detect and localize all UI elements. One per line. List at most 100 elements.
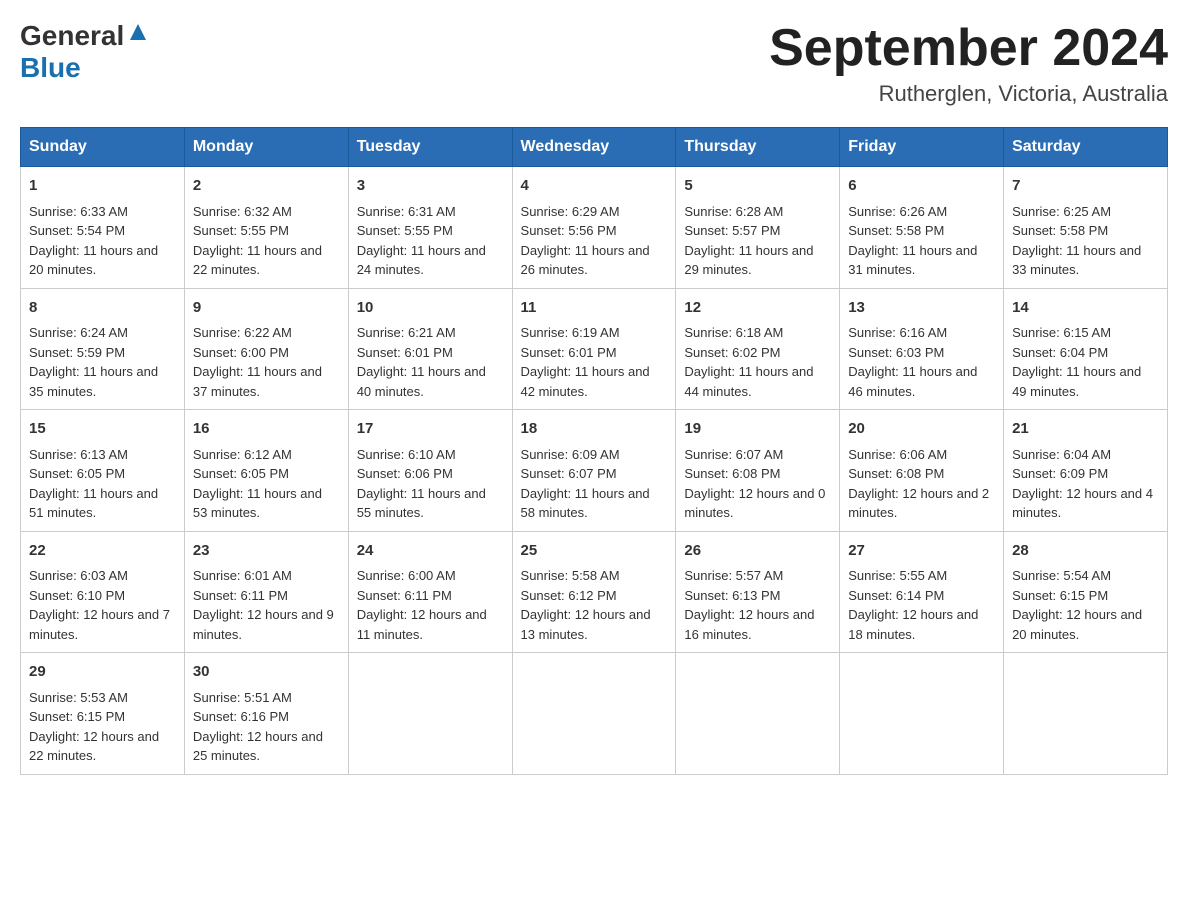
day-header-wednesday: Wednesday <box>512 128 676 167</box>
daylight-label: Daylight: 12 hours and 18 minutes. <box>848 607 978 642</box>
daylight-label: Daylight: 11 hours and 51 minutes. <box>29 486 158 521</box>
sunrise-label: Sunrise: 6:28 AM <box>684 204 783 219</box>
sunrise-label: Sunrise: 6:32 AM <box>193 204 292 219</box>
sunset-label: Sunset: 6:10 PM <box>29 588 125 603</box>
sunset-label: Sunset: 6:08 PM <box>848 466 944 481</box>
day-number: 28 <box>1012 540 1159 563</box>
day-number: 8 <box>29 297 176 320</box>
daylight-label: Daylight: 12 hours and 16 minutes. <box>684 607 814 642</box>
calendar-cell: 27Sunrise: 5:55 AMSunset: 6:14 PMDayligh… <box>840 531 1004 653</box>
sunset-label: Sunset: 6:13 PM <box>684 588 780 603</box>
sunset-label: Sunset: 5:59 PM <box>29 345 125 360</box>
day-number: 17 <box>357 418 504 441</box>
calendar-cell: 13Sunrise: 6:16 AMSunset: 6:03 PMDayligh… <box>840 288 1004 410</box>
day-header-sunday: Sunday <box>21 128 185 167</box>
calendar-cell <box>512 653 676 775</box>
sunrise-label: Sunrise: 6:16 AM <box>848 325 947 340</box>
sunrise-label: Sunrise: 6:04 AM <box>1012 447 1111 462</box>
calendar-cell: 5Sunrise: 6:28 AMSunset: 5:57 PMDaylight… <box>676 167 840 289</box>
day-number: 11 <box>521 297 668 320</box>
calendar-cell: 10Sunrise: 6:21 AMSunset: 6:01 PMDayligh… <box>348 288 512 410</box>
daylight-label: Daylight: 11 hours and 20 minutes. <box>29 243 158 278</box>
day-number: 1 <box>29 175 176 198</box>
sunrise-label: Sunrise: 6:26 AM <box>848 204 947 219</box>
week-row-3: 15Sunrise: 6:13 AMSunset: 6:05 PMDayligh… <box>21 410 1168 532</box>
month-title: September 2024 <box>769 20 1168 77</box>
calendar-cell: 11Sunrise: 6:19 AMSunset: 6:01 PMDayligh… <box>512 288 676 410</box>
day-number: 7 <box>1012 175 1159 198</box>
calendar-cell: 19Sunrise: 6:07 AMSunset: 6:08 PMDayligh… <box>676 410 840 532</box>
day-number: 26 <box>684 540 831 563</box>
sunset-label: Sunset: 6:16 PM <box>193 709 289 724</box>
calendar-cell: 18Sunrise: 6:09 AMSunset: 6:07 PMDayligh… <box>512 410 676 532</box>
sunrise-label: Sunrise: 6:09 AM <box>521 447 620 462</box>
day-number: 4 <box>521 175 668 198</box>
calendar-cell: 8Sunrise: 6:24 AMSunset: 5:59 PMDaylight… <box>21 288 185 410</box>
day-number: 24 <box>357 540 504 563</box>
sunset-label: Sunset: 6:15 PM <box>29 709 125 724</box>
sunrise-label: Sunrise: 6:10 AM <box>357 447 456 462</box>
day-number: 27 <box>848 540 995 563</box>
day-number: 19 <box>684 418 831 441</box>
sunset-label: Sunset: 6:06 PM <box>357 466 453 481</box>
sunset-label: Sunset: 5:58 PM <box>1012 223 1108 238</box>
day-number: 18 <box>521 418 668 441</box>
week-row-4: 22Sunrise: 6:03 AMSunset: 6:10 PMDayligh… <box>21 531 1168 653</box>
calendar-cell <box>1004 653 1168 775</box>
sunrise-label: Sunrise: 6:15 AM <box>1012 325 1111 340</box>
day-number: 23 <box>193 540 340 563</box>
sunset-label: Sunset: 6:04 PM <box>1012 345 1108 360</box>
calendar-cell: 21Sunrise: 6:04 AMSunset: 6:09 PMDayligh… <box>1004 410 1168 532</box>
sunrise-label: Sunrise: 6:21 AM <box>357 325 456 340</box>
sunset-label: Sunset: 5:54 PM <box>29 223 125 238</box>
calendar-cell <box>676 653 840 775</box>
sunset-label: Sunset: 6:02 PM <box>684 345 780 360</box>
calendar-cell: 17Sunrise: 6:10 AMSunset: 6:06 PMDayligh… <box>348 410 512 532</box>
calendar-cell: 30Sunrise: 5:51 AMSunset: 6:16 PMDayligh… <box>184 653 348 775</box>
page-header: General Blue September 2024 Rutherglen, … <box>20 20 1168 107</box>
day-number: 2 <box>193 175 340 198</box>
logo: General Blue <box>20 20 148 84</box>
sunset-label: Sunset: 6:11 PM <box>357 588 452 603</box>
sunrise-label: Sunrise: 6:29 AM <box>521 204 620 219</box>
logo-general-text: General <box>20 20 124 52</box>
daylight-label: Daylight: 11 hours and 40 minutes. <box>357 364 486 399</box>
calendar-cell: 26Sunrise: 5:57 AMSunset: 6:13 PMDayligh… <box>676 531 840 653</box>
sunset-label: Sunset: 6:03 PM <box>848 345 944 360</box>
sunrise-label: Sunrise: 6:00 AM <box>357 568 456 583</box>
sunset-label: Sunset: 6:05 PM <box>29 466 125 481</box>
sunset-label: Sunset: 6:08 PM <box>684 466 780 481</box>
sunset-label: Sunset: 6:00 PM <box>193 345 289 360</box>
location-title: Rutherglen, Victoria, Australia <box>769 81 1168 107</box>
sunset-label: Sunset: 5:57 PM <box>684 223 780 238</box>
calendar-cell <box>840 653 1004 775</box>
sunrise-label: Sunrise: 6:07 AM <box>684 447 783 462</box>
sunrise-label: Sunrise: 6:12 AM <box>193 447 292 462</box>
sunrise-label: Sunrise: 6:03 AM <box>29 568 128 583</box>
day-header-tuesday: Tuesday <box>348 128 512 167</box>
calendar-cell: 6Sunrise: 6:26 AMSunset: 5:58 PMDaylight… <box>840 167 1004 289</box>
daylight-label: Daylight: 11 hours and 44 minutes. <box>684 364 813 399</box>
day-header-saturday: Saturday <box>1004 128 1168 167</box>
logo-triangle-icon <box>128 22 148 47</box>
week-row-5: 29Sunrise: 5:53 AMSunset: 6:15 PMDayligh… <box>21 653 1168 775</box>
day-number: 16 <box>193 418 340 441</box>
sunset-label: Sunset: 5:55 PM <box>357 223 453 238</box>
calendar-cell: 28Sunrise: 5:54 AMSunset: 6:15 PMDayligh… <box>1004 531 1168 653</box>
day-number: 15 <box>29 418 176 441</box>
calendar-cell: 2Sunrise: 6:32 AMSunset: 5:55 PMDaylight… <box>184 167 348 289</box>
calendar-cell: 20Sunrise: 6:06 AMSunset: 6:08 PMDayligh… <box>840 410 1004 532</box>
daylight-label: Daylight: 11 hours and 24 minutes. <box>357 243 486 278</box>
daylight-label: Daylight: 11 hours and 29 minutes. <box>684 243 813 278</box>
calendar-cell: 9Sunrise: 6:22 AMSunset: 6:00 PMDaylight… <box>184 288 348 410</box>
calendar-cell: 3Sunrise: 6:31 AMSunset: 5:55 PMDaylight… <box>348 167 512 289</box>
days-header-row: SundayMondayTuesdayWednesdayThursdayFrid… <box>21 128 1168 167</box>
sunrise-label: Sunrise: 5:51 AM <box>193 690 292 705</box>
daylight-label: Daylight: 12 hours and 22 minutes. <box>29 729 159 764</box>
daylight-label: Daylight: 11 hours and 35 minutes. <box>29 364 158 399</box>
day-number: 10 <box>357 297 504 320</box>
calendar-cell <box>348 653 512 775</box>
calendar-cell: 4Sunrise: 6:29 AMSunset: 5:56 PMDaylight… <box>512 167 676 289</box>
daylight-label: Daylight: 12 hours and 11 minutes. <box>357 607 487 642</box>
daylight-label: Daylight: 12 hours and 2 minutes. <box>848 486 989 521</box>
